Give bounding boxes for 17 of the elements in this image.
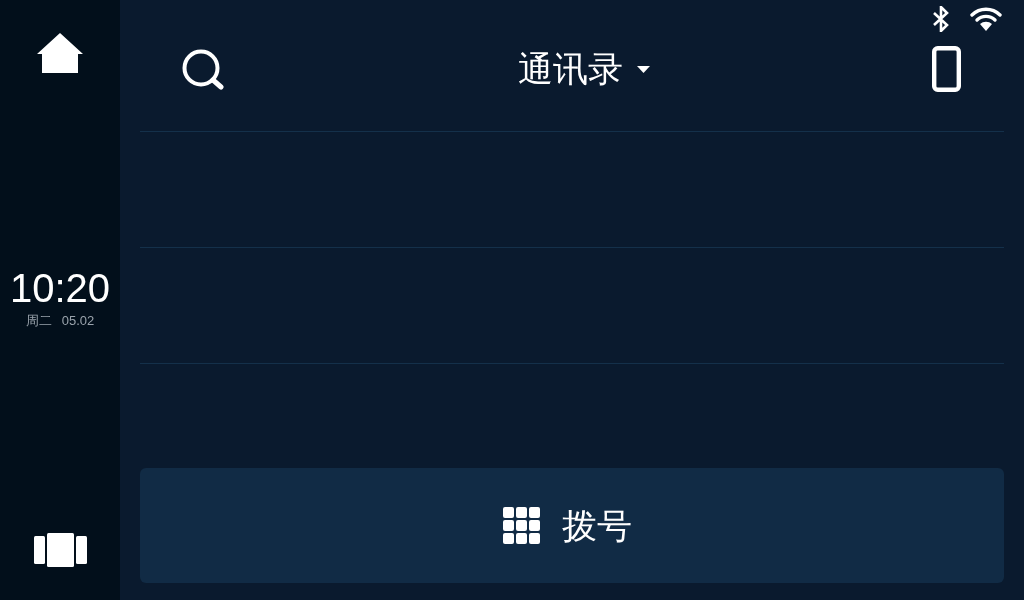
- home-icon: [37, 33, 83, 73]
- caret-icon: [636, 65, 650, 73]
- phone-button[interactable]: [932, 46, 961, 92]
- windows-icon: [33, 533, 87, 567]
- multi-window-button[interactable]: [33, 533, 87, 567]
- dial-button[interactable]: 拨号: [140, 468, 1004, 583]
- bluetooth-icon: [932, 6, 950, 32]
- search-icon: [182, 48, 225, 90]
- contacts-dropdown[interactable]: 通讯录: [517, 49, 650, 89]
- phone-icon: [932, 46, 961, 92]
- wifi-icon: [970, 7, 1002, 31]
- search-button[interactable]: [182, 48, 225, 90]
- keypad-icon: [502, 507, 540, 544]
- home-button[interactable]: [37, 33, 83, 73]
- date-text: 05.02: [61, 313, 95, 328]
- clock-time: 10:20: [9, 268, 111, 308]
- weekday-text: 周二: [25, 313, 52, 328]
